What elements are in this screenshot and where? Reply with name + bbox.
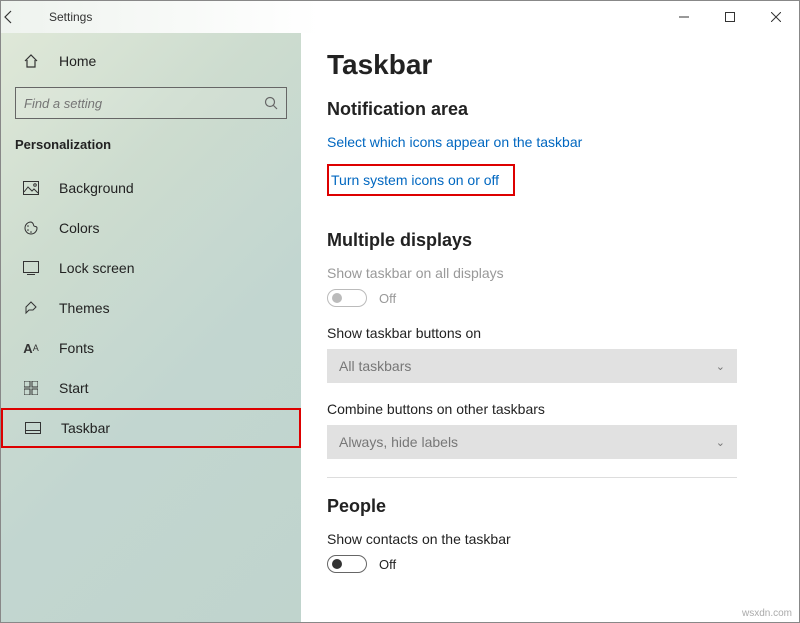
show-all-displays-group: Show taskbar on all displays Off	[327, 265, 773, 307]
close-button[interactable]	[753, 1, 799, 33]
show-all-toggle-row: Off	[327, 289, 773, 307]
combine-label: Combine buttons on other taskbars	[327, 401, 773, 417]
sidebar-item-label: Background	[59, 180, 134, 196]
divider	[327, 477, 737, 478]
multiple-heading: Multiple displays	[327, 230, 773, 251]
sidebar-item-taskbar[interactable]: Taskbar	[1, 408, 301, 448]
home-nav[interactable]: Home	[1, 41, 301, 81]
show-all-state: Off	[379, 291, 396, 306]
minimize-button[interactable]	[661, 1, 707, 33]
combine-value: Always, hide labels	[339, 434, 458, 450]
search-row	[1, 81, 301, 125]
contacts-label: Show contacts on the taskbar	[327, 531, 773, 547]
sidebar-item-colors[interactable]: Colors	[1, 208, 301, 248]
search-icon	[264, 96, 278, 110]
sidebar-item-fonts[interactable]: AA Fonts	[1, 328, 301, 368]
notification-heading: Notification area	[327, 99, 773, 120]
show-all-toggle	[327, 289, 367, 307]
sidebar-item-label: Taskbar	[61, 420, 110, 436]
link-select-icons[interactable]: Select which icons appear on the taskbar	[327, 134, 773, 150]
combine-dropdown[interactable]: Always, hide labels ⌄	[327, 425, 737, 459]
sidebar-item-label: Lock screen	[59, 260, 134, 276]
search-input[interactable]	[24, 96, 264, 111]
home-label: Home	[59, 53, 96, 69]
watermark: wsxdn.com	[742, 608, 792, 619]
combine-group: Combine buttons on other taskbars Always…	[327, 401, 773, 459]
taskbar-icon	[23, 422, 43, 434]
settings-window: Settings Home Personal	[0, 0, 800, 623]
window-controls	[661, 1, 799, 33]
fonts-icon: AA	[21, 341, 41, 356]
start-icon	[21, 381, 41, 395]
chevron-down-icon: ⌄	[716, 360, 725, 373]
content-pane: Taskbar Notification area Select which i…	[301, 33, 799, 622]
contacts-state: Off	[379, 557, 396, 572]
sidebar-item-start[interactable]: Start	[1, 368, 301, 408]
picture-icon	[21, 181, 41, 195]
contacts-group: Show contacts on the taskbar Off	[327, 531, 773, 573]
buttons-on-value: All taskbars	[339, 358, 411, 374]
sidebar-item-background[interactable]: Background	[1, 168, 301, 208]
maximize-button[interactable]	[707, 1, 753, 33]
people-heading: People	[327, 496, 773, 517]
buttons-on-group: Show taskbar buttons on All taskbars ⌄	[327, 325, 773, 383]
buttons-on-label: Show taskbar buttons on	[327, 325, 773, 341]
page-title: Taskbar	[327, 49, 773, 81]
back-button[interactable]	[1, 9, 41, 25]
buttons-on-dropdown[interactable]: All taskbars ⌄	[327, 349, 737, 383]
nav-list: Background Colors Lock screen Themes AA …	[1, 168, 301, 448]
link-system-icons[interactable]: Turn system icons on or off	[327, 164, 515, 196]
titlebar: Settings	[1, 1, 799, 33]
sidebar-item-themes[interactable]: Themes	[1, 288, 301, 328]
chevron-down-icon: ⌄	[716, 436, 725, 449]
contacts-toggle-row: Off	[327, 555, 773, 573]
sidebar-item-lockscreen[interactable]: Lock screen	[1, 248, 301, 288]
show-all-label: Show taskbar on all displays	[327, 265, 773, 281]
window-title: Settings	[49, 10, 92, 24]
sidebar-item-label: Start	[59, 380, 89, 396]
sidebar-item-label: Colors	[59, 220, 99, 236]
search-box[interactable]	[15, 87, 287, 119]
sidebar: Home Personalization Background	[1, 33, 301, 622]
sidebar-item-label: Themes	[59, 300, 110, 316]
themes-icon	[21, 300, 41, 316]
section-label: Personalization	[1, 125, 301, 160]
palette-icon	[21, 220, 41, 236]
window-body: Home Personalization Background	[1, 33, 799, 622]
sidebar-item-label: Fonts	[59, 340, 94, 356]
contacts-toggle[interactable]	[327, 555, 367, 573]
home-icon	[21, 53, 41, 69]
lockscreen-icon	[21, 261, 41, 275]
